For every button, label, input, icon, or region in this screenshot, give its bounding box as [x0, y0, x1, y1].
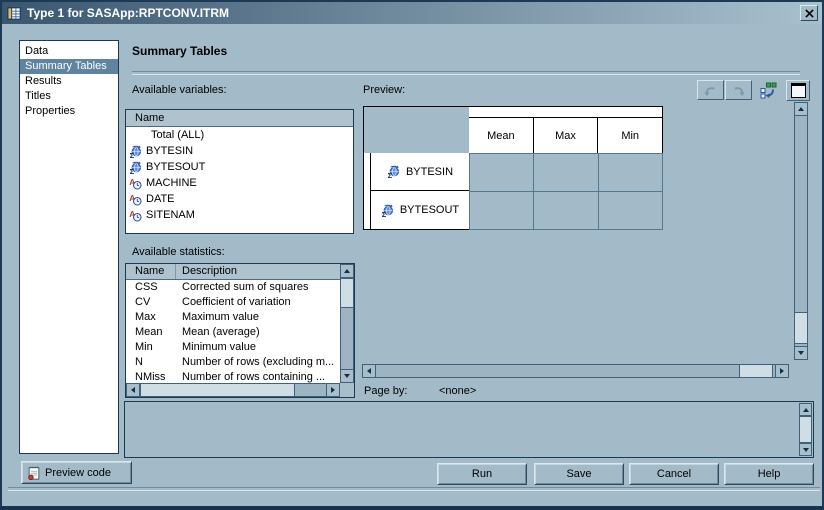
available-statistics-list: Name Description CSS Corrected sum of squ… [125, 263, 355, 398]
preview-scroll-up-icon[interactable] [794, 102, 808, 116]
statistics-header-row: Name Description [126, 264, 340, 280]
variables-name-header[interactable]: Name [126, 110, 353, 127]
redo-button[interactable] [725, 80, 752, 100]
numeric-variable-icon [381, 203, 393, 217]
pivot-column-headers: Mean Max Min [469, 117, 663, 154]
save-button[interactable]: Save [534, 463, 624, 485]
pivot-data-cell[interactable] [533, 152, 599, 192]
variable-item-bytesin[interactable]: BYTESIN [126, 143, 353, 159]
statistic-row-n[interactable]: N Number of rows (excluding m... [126, 355, 340, 370]
preview-code-button[interactable]: Preview code [21, 461, 132, 484]
statistic-row-mean[interactable]: Mean Mean (average) [126, 325, 340, 340]
redo-icon [734, 86, 745, 96]
variable-item-bytesout[interactable]: BYTESOUT [126, 159, 353, 175]
sidebar-item-summary-tables[interactable]: Summary Tables [20, 59, 118, 74]
cancel-button[interactable]: Cancel [629, 463, 719, 485]
message-vscroll-thumb[interactable] [799, 416, 812, 443]
close-icon [804, 8, 814, 18]
statistic-row-min[interactable]: Min Minimum value [126, 340, 340, 355]
statistics-scroll-right-icon[interactable] [326, 383, 340, 397]
statistics-hscroll-thumb[interactable] [140, 383, 295, 397]
statistics-vscroll-thumb[interactable] [340, 278, 354, 308]
pivot-table-icon [760, 82, 776, 98]
character-variable-icon [129, 176, 142, 190]
statistics-table: Name Description CSS Corrected sum of squ… [126, 264, 340, 383]
numeric-variable-icon [129, 160, 142, 174]
available-statistics-label: Available statistics: [132, 246, 225, 258]
variable-item-machine[interactable]: MACHINE [126, 175, 353, 191]
pivot-corner-cell[interactable] [363, 106, 470, 154]
character-variable-icon [129, 192, 142, 206]
window-title: Type 1 for SASApp:RPTCONV.ITRM [27, 6, 230, 20]
character-variable-icon [129, 208, 142, 222]
preview-scroll-down-icon[interactable] [794, 346, 808, 360]
statistics-scroll-left-icon[interactable] [126, 383, 140, 397]
pivot-column-header-mean[interactable]: Mean [469, 118, 534, 153]
heading-divider [132, 71, 800, 75]
pivot-data-cell[interactable] [468, 152, 535, 192]
undo-button[interactable] [697, 80, 724, 100]
numeric-variable-icon [387, 165, 400, 178]
preview-label: Preview: [363, 84, 406, 96]
pivot-data-cell[interactable] [597, 152, 664, 192]
page-title: Summary Tables [132, 44, 228, 58]
window-layout-button[interactable] [786, 80, 810, 101]
undo-icon [704, 86, 715, 96]
pivot-column-header-min[interactable]: Min [598, 118, 662, 153]
page-by-label: Page by: [364, 385, 408, 397]
pivot-row-header-bytesout[interactable]: BYTESOUT [371, 191, 469, 229]
sidebar-list: Data Summary Tables Results Titles Prope… [19, 40, 119, 454]
preview-vscroll-thumb[interactable] [794, 312, 808, 344]
pivot-column-header-max[interactable]: Max [534, 118, 599, 153]
variable-item-date[interactable]: DATE [126, 191, 353, 207]
help-button[interactable]: Help [724, 463, 814, 485]
preview-scroll-left-icon[interactable] [362, 364, 376, 378]
page-by-value[interactable]: <none> [439, 385, 476, 397]
pivot-table-button[interactable] [756, 80, 780, 100]
pivot-data-cell[interactable] [533, 190, 599, 230]
preview-hscroll-track[interactable] [362, 364, 789, 378]
sidebar-item-properties[interactable]: Properties [20, 104, 118, 119]
dialog-window: Type 1 for SASApp:RPTCONV.ITRM Data Summ… [0, 0, 824, 510]
table-icon [7, 6, 22, 21]
statistic-row-max[interactable]: Max Maximum value [126, 310, 340, 325]
pivot-data-grid [468, 152, 664, 230]
available-variables-list: Name Total (ALL) BYTESIN BYTESOUT MACHIN… [125, 109, 354, 234]
variable-item-sitenam[interactable]: SITENAM [126, 207, 353, 223]
notepad-icon [28, 466, 40, 480]
pivot-row-header-bytesin[interactable]: BYTESIN [371, 153, 469, 191]
statistics-name-header[interactable]: Name [126, 264, 176, 279]
statistic-row-cv[interactable]: CV Coefficient of variation [126, 295, 340, 310]
footer-divider [8, 487, 820, 491]
pivot-data-cell[interactable] [468, 190, 535, 230]
run-button[interactable]: Run [437, 463, 527, 485]
close-button[interactable] [800, 5, 818, 21]
statistics-scroll-down-icon[interactable] [340, 369, 354, 383]
preview-scroll-right-icon[interactable] [775, 364, 789, 378]
sidebar-item-titles[interactable]: Titles [20, 89, 118, 104]
available-variables-label: Available variables: [132, 84, 227, 96]
pivot-data-cell[interactable] [597, 190, 664, 230]
preview-hscroll-thumb[interactable] [739, 364, 773, 378]
message-scroll-up-icon[interactable] [799, 403, 812, 416]
pivot-row-headers: BYTESIN BYTESOUT [370, 153, 470, 230]
statistics-description-header[interactable]: Description [176, 264, 340, 279]
window-icon [790, 83, 806, 98]
numeric-variable-icon [129, 144, 142, 158]
sidebar-item-results[interactable]: Results [20, 74, 118, 89]
message-scroll-down-icon[interactable] [799, 443, 812, 456]
titlebar: Type 1 for SASApp:RPTCONV.ITRM [2, 2, 822, 24]
sidebar-item-data[interactable]: Data [20, 44, 118, 59]
statistic-row-css[interactable]: CSS Corrected sum of squares [126, 280, 340, 295]
statistics-scroll-up-icon[interactable] [340, 264, 354, 278]
variable-item-total[interactable]: Total (ALL) [126, 127, 353, 143]
message-area [124, 401, 814, 458]
